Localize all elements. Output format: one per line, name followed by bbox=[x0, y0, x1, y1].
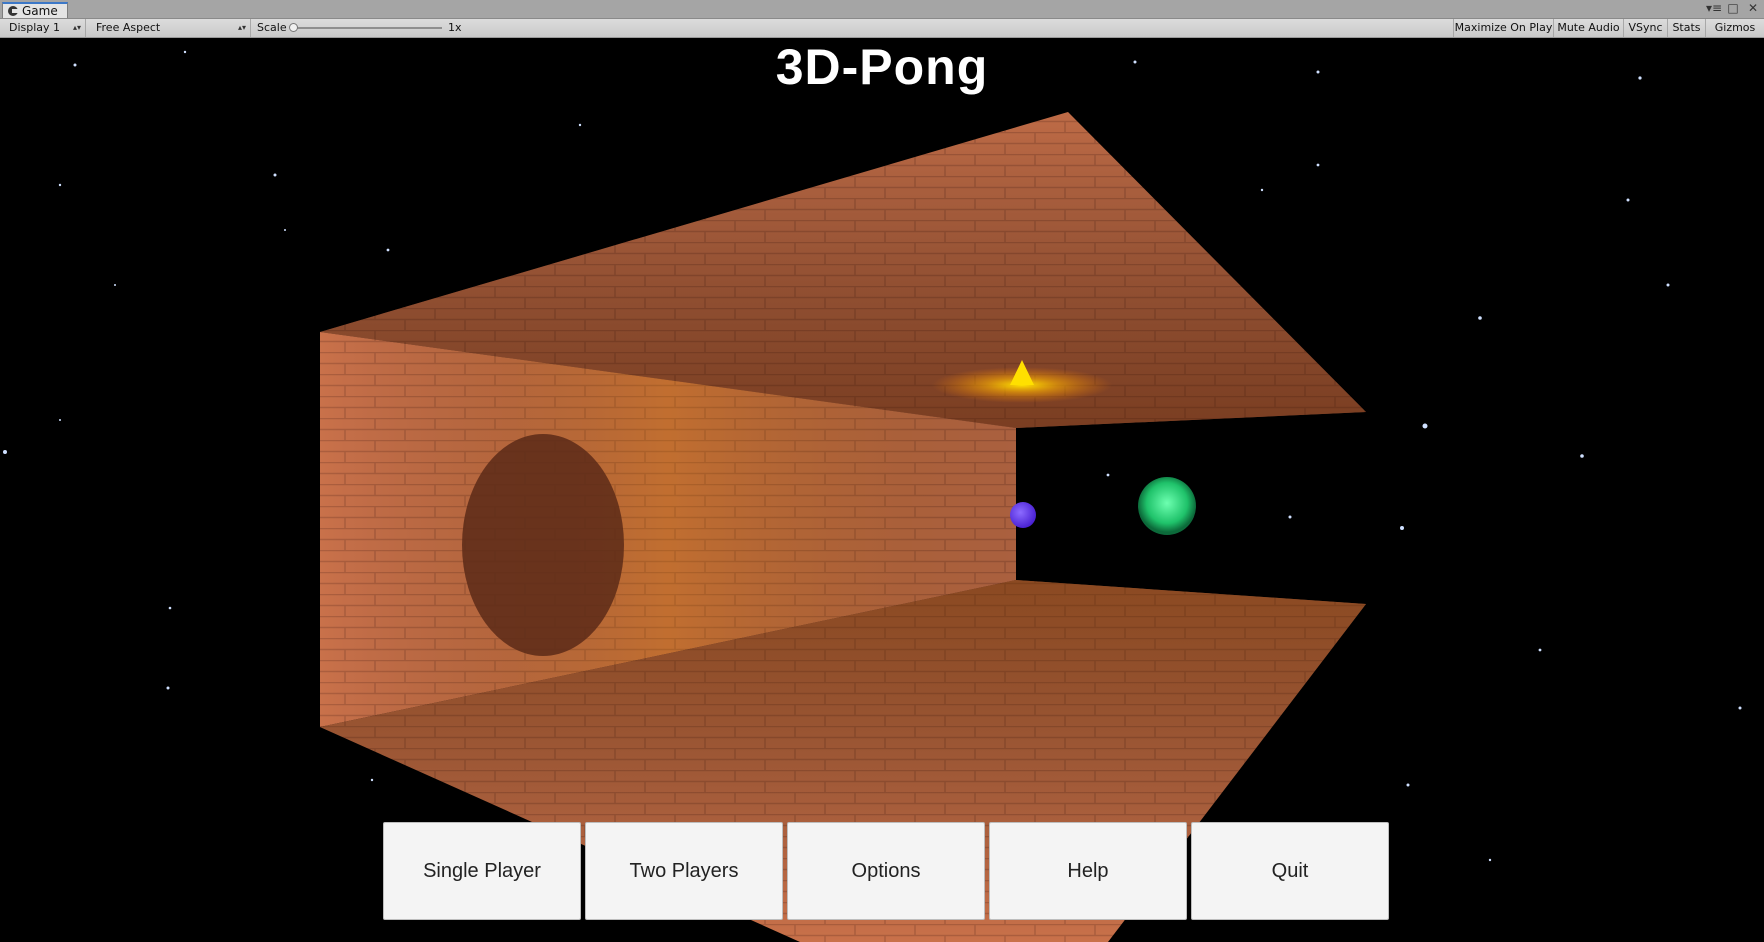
help-button[interactable]: Help bbox=[989, 822, 1187, 920]
tab-game[interactable]: Game bbox=[2, 2, 68, 18]
game-viewport[interactable] bbox=[0, 38, 1764, 942]
tab-game-label: Game bbox=[22, 4, 58, 18]
scale-slider-thumb[interactable] bbox=[289, 23, 298, 32]
editor-tab-bar: Game ▾≡ □ ✕ bbox=[0, 0, 1764, 19]
aspect-dropdown-label: Free Aspect bbox=[96, 21, 161, 34]
window-controls: ▾≡ □ ✕ bbox=[1706, 1, 1760, 15]
dropdown-arrow-icon: ▴▾ bbox=[237, 23, 246, 32]
maximize-on-play-toggle[interactable]: Maximize On Play bbox=[1453, 19, 1553, 37]
quit-button[interactable]: Quit bbox=[1191, 822, 1389, 920]
close-icon[interactable]: ✕ bbox=[1746, 1, 1760, 15]
two-players-button[interactable]: Two Players bbox=[585, 822, 783, 920]
paddle-sphere bbox=[1138, 477, 1196, 535]
main-menu: Single Player Two Players Options Help Q… bbox=[383, 822, 1389, 920]
mute-audio-toggle[interactable]: Mute Audio bbox=[1553, 19, 1623, 37]
game-title: 3D-Pong bbox=[775, 39, 989, 95]
maximize-icon[interactable]: □ bbox=[1726, 1, 1740, 15]
scale-value: 1x bbox=[448, 21, 462, 34]
dropdown-arrow-icon: ▴▾ bbox=[72, 23, 81, 32]
scale-slider-track[interactable] bbox=[292, 27, 442, 29]
unity-game-icon bbox=[8, 6, 18, 16]
game-toolbar: Display 1 ▴▾ Free Aspect ▴▾ Scale 1x Max… bbox=[0, 19, 1764, 38]
tab-menu-icon[interactable]: ▾≡ bbox=[1706, 1, 1722, 15]
gizmos-label: Gizmos bbox=[1714, 21, 1756, 34]
vsync-toggle[interactable]: VSync bbox=[1623, 19, 1667, 37]
scene-canvas bbox=[3, 50, 1742, 942]
display-dropdown-label: Display 1 bbox=[9, 21, 61, 34]
options-button[interactable]: Options bbox=[787, 822, 985, 920]
display-dropdown[interactable]: Display 1 ▴▾ bbox=[4, 19, 86, 37]
gizmos-dropdown[interactable]: Gizmos bbox=[1705, 19, 1764, 37]
scale-label: Scale bbox=[257, 21, 287, 34]
single-player-button[interactable]: Single Player bbox=[383, 822, 581, 920]
goal-hole bbox=[462, 434, 624, 656]
ball bbox=[1010, 502, 1036, 528]
aspect-dropdown[interactable]: Free Aspect ▴▾ bbox=[91, 19, 251, 37]
stats-toggle[interactable]: Stats bbox=[1667, 19, 1705, 37]
